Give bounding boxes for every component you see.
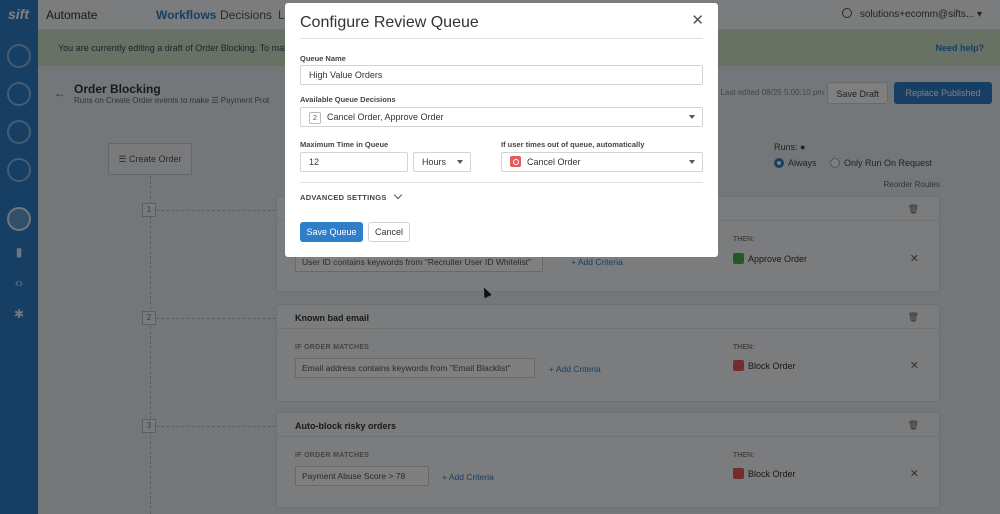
configure-review-queue-modal: Configure Review Queue ✕ Queue Name High… — [285, 3, 718, 257]
chevron-down-icon — [689, 115, 695, 119]
divider — [300, 38, 703, 39]
time-unit-value: Hours — [422, 157, 447, 167]
max-time-label: Maximum Time in Queue — [300, 140, 389, 149]
time-unit-select[interactable]: Hours — [413, 152, 471, 172]
decisions-count: 2 — [309, 112, 321, 124]
timeout-value: Cancel Order — [527, 157, 581, 167]
close-icon[interactable]: ✕ — [691, 11, 704, 29]
queue-name-input[interactable]: High Value Orders — [300, 65, 703, 85]
timeout-label: If user times out of queue, automaticall… — [501, 140, 645, 149]
modal-title: Configure Review Queue — [300, 14, 479, 31]
timeout-action-select[interactable]: Cancel Order — [501, 152, 703, 172]
cancel-button[interactable]: Cancel — [368, 222, 410, 242]
chevron-down-icon — [393, 190, 402, 200]
queue-decisions-select[interactable]: 2 Cancel Order, Approve Order — [300, 107, 703, 127]
queue-name-label: Queue Name — [300, 54, 346, 63]
decisions-label: Available Queue Decisions — [300, 95, 396, 104]
chevron-down-icon — [457, 160, 463, 164]
advanced-settings-toggle[interactable]: ADVANCED SETTINGS — [300, 190, 402, 202]
decisions-value: Cancel Order, Approve Order — [327, 112, 444, 122]
divider — [300, 182, 703, 183]
max-time-input[interactable]: 12 — [300, 152, 408, 172]
save-queue-button[interactable]: Save Queue — [300, 222, 363, 242]
cancel-order-icon — [510, 156, 521, 167]
chevron-down-icon — [689, 160, 695, 164]
advanced-settings-label: ADVANCED SETTINGS — [300, 193, 387, 202]
